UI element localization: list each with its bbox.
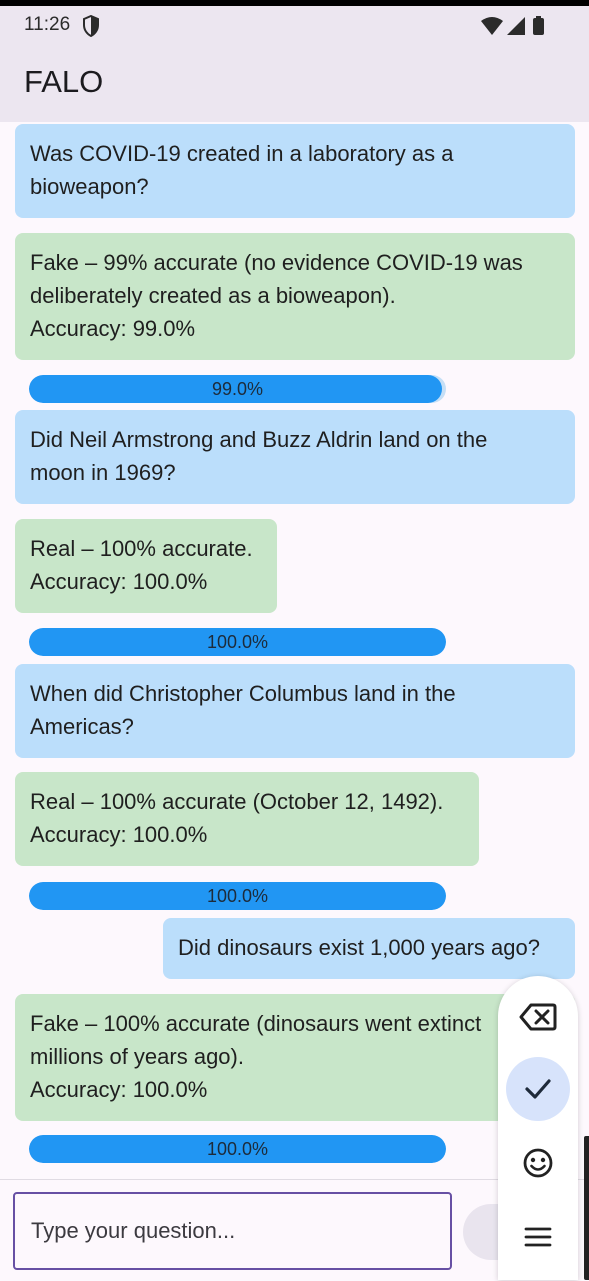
- signal-icon: [507, 17, 525, 35]
- status-icons: [481, 16, 544, 35]
- menu-button[interactable]: [506, 1205, 570, 1269]
- backspace-button[interactable]: [506, 985, 570, 1049]
- accuracy-progress-bar: 100.0%: [29, 882, 446, 910]
- app-bar: FALO: [0, 46, 589, 123]
- answer-bubble: Real – 100% accurate. Accuracy: 100.0%: [15, 519, 277, 613]
- confirm-button[interactable]: [506, 1057, 570, 1121]
- question-input[interactable]: [13, 1192, 452, 1270]
- emoji-icon: [523, 1148, 553, 1178]
- progress-label: 100.0%: [206, 886, 269, 906]
- question-bubble: Did Neil Armstrong and Buzz Aldrin land …: [15, 410, 575, 504]
- answer-bubble: Real – 100% accurate (October 12, 1492).…: [15, 772, 479, 866]
- keyboard-toolbar: [498, 976, 578, 1280]
- answer-bubble: Fake – 99% accurate (no evidence COVID-1…: [15, 233, 575, 360]
- accuracy-progress-bar: 100.0%: [29, 1135, 446, 1163]
- progress-label: 100.0%: [206, 632, 269, 652]
- question-bubble: Was COVID-19 created in a laboratory as …: [15, 124, 575, 218]
- status-bar: 11:26: [0, 6, 589, 46]
- question-bubble: When did Christopher Columbus land in th…: [15, 664, 575, 758]
- accuracy-progress-bar: 99.0%: [29, 375, 446, 403]
- status-time: 11:26: [24, 14, 71, 35]
- battery-icon: [533, 18, 544, 35]
- emoji-button[interactable]: [506, 1131, 570, 1195]
- backspace-icon: [519, 1003, 557, 1031]
- question-bubble: Did dinosaurs exist 1,000 years ago?: [163, 918, 575, 979]
- screen-edge: [584, 1136, 589, 1280]
- shield-icon: [83, 15, 99, 37]
- menu-icon: [524, 1227, 552, 1247]
- accuracy-progress-bar: 100.0%: [29, 628, 446, 656]
- check-icon: [525, 1079, 551, 1099]
- wifi-icon: [481, 17, 503, 35]
- progress-label: 99.0%: [211, 379, 264, 399]
- answer-bubble: Fake – 100% accurate (dinosaurs went ext…: [15, 994, 575, 1121]
- progress-label: 100.0%: [206, 1139, 269, 1159]
- app-title: FALO: [24, 64, 104, 99]
